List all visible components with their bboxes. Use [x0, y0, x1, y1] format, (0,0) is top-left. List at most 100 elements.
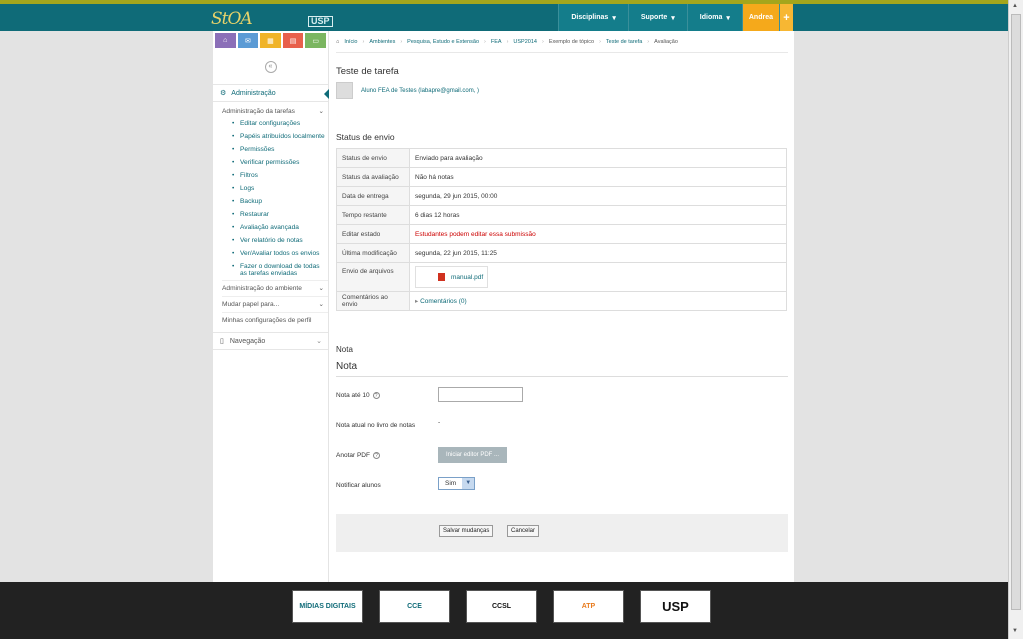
link-avaliacao-avancada[interactable]: Avaliação avançada — [232, 221, 328, 234]
crumb-separator: › — [484, 38, 486, 45]
usp-footer-logo[interactable]: USP — [640, 590, 711, 623]
tree-node-label: Administração da tarefas — [222, 108, 295, 115]
launch-pdf-editor-button[interactable]: Iniciar editor PDF ... — [438, 447, 508, 463]
collapse-button[interactable]: « — [264, 61, 277, 73]
tree-node-ambiente[interactable]: Administração do ambiente ⌄ — [222, 280, 328, 296]
top-nav: Disciplinas ▾ Suporte ▾ Idioma ▾ Andrea + — [558, 4, 793, 31]
usp-logo[interactable]: USP — [308, 16, 333, 27]
crumb-usp2014[interactable]: USP2014 — [513, 39, 537, 45]
status-table: Status de envio Enviado para avaliação St… — [336, 148, 787, 311]
page-container: ⌂ ✉ ▦ ▤ ▭ « ⚙ Administração Administraçã… — [213, 31, 794, 582]
home-icon[interactable]: ⌂ — [336, 39, 339, 45]
chevron-down-icon: ▼ — [462, 478, 475, 489]
link-verificar-permissoes[interactable]: Verificar permissões — [232, 156, 328, 169]
crumb-tarefa[interactable]: Teste de tarefa — [606, 39, 642, 45]
nav-block-title: Navegação — [229, 337, 266, 345]
table-row: Última modificação segunda, 22 jun 2015, … — [336, 243, 787, 263]
plus-button[interactable]: + — [779, 4, 793, 31]
tree-node-label: Mudar papel para... — [222, 301, 280, 308]
menu-idioma[interactable]: Idioma ▾ — [686, 4, 742, 31]
link-permissoes[interactable]: Permissões — [232, 143, 328, 156]
midias-digitais-logo[interactable]: MÍDIAS DIGITAIS — [292, 590, 363, 623]
admin-block-header[interactable]: ⚙ Administração — [213, 84, 329, 102]
author-row: Aluno FEA de Testes (labapre@gmail.com, … — [336, 82, 788, 99]
file-icon[interactable]: ▤ — [282, 33, 304, 48]
chevron-down-icon: ⌄ — [318, 108, 324, 115]
grade-label: Nota até 10 — [336, 392, 370, 399]
scroll-down-icon[interactable]: ▼ — [1012, 628, 1018, 634]
form-actions: Salvar mudanças Cancelar — [336, 514, 788, 552]
status-key: Última modificação — [336, 243, 410, 263]
crumb-fea[interactable]: FEA — [491, 39, 502, 45]
notify-row: Notificar alunos Sim ▼ — [336, 471, 788, 501]
link-backup[interactable]: Backup — [232, 195, 328, 208]
vertical-scrollbar[interactable]: ▲ ▼ — [1008, 0, 1023, 639]
cce-logo[interactable]: CCE — [379, 590, 450, 623]
status-key: Data de entrega — [336, 186, 410, 206]
active-indicator — [324, 89, 329, 99]
file-link[interactable]: manual.pdf — [451, 274, 483, 281]
menu-disciplinas[interactable]: Disciplinas ▾ — [558, 4, 628, 31]
link-filtros[interactable]: Filtros — [232, 169, 328, 182]
link-download-tarefas[interactable]: Fazer o download de todas as tarefas env… — [232, 260, 328, 280]
grade-row: Nota até 10? — [336, 381, 788, 411]
user-menu[interactable]: Andrea — [741, 4, 779, 31]
link-restaurar[interactable]: Restaurar — [232, 208, 328, 221]
breadcrumb: ⌂ Início › Ambientes › Pesquisa, Estudo e … — [336, 31, 788, 53]
home-icon[interactable]: ⌂ — [215, 33, 236, 48]
grade-section-title: Nota — [336, 361, 788, 377]
tree-node-perfil[interactable]: Minhas configurações de perfil — [222, 312, 328, 328]
tree-node-label: Administração do ambiente — [222, 285, 302, 292]
scrollbar-thumb[interactable] — [1011, 14, 1021, 610]
cancel-button[interactable]: Cancelar — [507, 525, 540, 537]
crumb-separator: › — [541, 38, 544, 45]
notify-label: Notificar alunos — [336, 482, 381, 489]
calendar-icon[interactable]: ▦ — [260, 33, 281, 48]
mail-icon[interactable]: ✉ — [237, 33, 259, 48]
scroll-up-icon[interactable]: ▲ — [1012, 3, 1018, 9]
current-grade-row: Nota atual no livro de notas - — [336, 411, 788, 441]
status-value: Estudantes podem editar essa submissão — [409, 224, 787, 244]
annotate-label-wrap: Anotar PDF? — [336, 451, 416, 460]
main-content: ⌂ Início › Ambientes › Pesquisa, Estudo e … — [336, 31, 788, 552]
nav-block-header[interactable]: ▯ Navegação ⌄ — [213, 332, 328, 350]
notify-select[interactable]: Sim ▼ — [438, 477, 476, 490]
status-value: segunda, 22 jun 2015, 11:25 — [409, 243, 787, 263]
table-row: Data de entrega segunda, 29 jun 2015, 00:… — [336, 186, 787, 206]
annotate-label: Anotar PDF — [336, 452, 370, 459]
pdf-icon — [438, 273, 445, 281]
ccsl-logo[interactable]: CCSL — [466, 590, 537, 623]
crumb-ambientes[interactable]: Ambientes — [369, 39, 395, 45]
select-value: Sim — [445, 480, 457, 487]
grade-input[interactable] — [438, 387, 523, 402]
tree-node-tarefas[interactable]: Administração da tarefas ⌄ — [222, 106, 328, 117]
menu-suporte[interactable]: Suporte ▾ — [627, 4, 687, 31]
save-button[interactable]: Salvar mudanças — [439, 525, 494, 537]
chat-icon[interactable]: ▭ — [305, 33, 326, 48]
link-editar-configuracoes[interactable]: Editar configurações — [232, 117, 328, 130]
tree-node-mudar-papel[interactable]: Mudar papel para... ⌄ — [222, 296, 328, 312]
link-ver-avaliar-envios[interactable]: Ver/Avaliar todos os envios — [232, 247, 328, 260]
caret-down-icon: ▾ — [671, 14, 675, 22]
comments-link[interactable]: Comentários (0) — [420, 298, 467, 305]
partner-logos: MÍDIAS DIGITAIS CCE CCSL ATP USP — [292, 590, 711, 623]
atp-logo[interactable]: ATP — [553, 590, 624, 623]
page-icon: ▯ — [220, 338, 224, 345]
grade-label-wrap: Nota até 10? — [336, 391, 416, 400]
status-key: Status da avaliação — [336, 167, 410, 187]
help-icon[interactable]: ? — [372, 452, 380, 459]
link-logs[interactable]: Logs — [232, 182, 328, 195]
table-row: Status da avaliação Não há notas — [336, 167, 787, 187]
author-link[interactable]: Aluno FEA de Testes (labapre@gmail.com, … — [361, 88, 479, 94]
link-papeis-atribuidos[interactable]: Papéis atribuídos localmente — [232, 130, 328, 143]
crumb-pesquisa[interactable]: Pesquisa, Estudo e Extensão — [407, 39, 479, 45]
menu-label: Disciplinas — [571, 14, 609, 21]
tree-subitems: Editar configurações Papéis atribuídos l… — [222, 117, 328, 280]
help-icon[interactable]: ? — [372, 392, 380, 399]
link-relatorio-notas[interactable]: Ver relatório de notas — [232, 234, 328, 247]
current-grade-label: Nota atual no livro de notas — [336, 422, 416, 429]
avatar[interactable] — [336, 82, 353, 99]
crumb-inicio[interactable]: Início — [344, 39, 357, 45]
expand-arrow-icon[interactable]: ▸ — [415, 298, 418, 305]
stoa-logo[interactable]: StOA — [211, 9, 253, 29]
